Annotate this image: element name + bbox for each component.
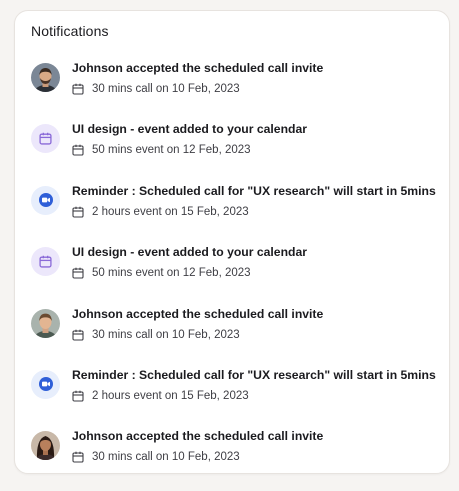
notification-meta: 30 mins call on 10 Feb, 2023 xyxy=(72,451,240,463)
notification-meta-text: 50 mins event on 12 Feb, 2023 xyxy=(92,267,251,280)
notification-meta-text: 30 mins call on 10 Feb, 2023 xyxy=(92,451,240,464)
notification-title: Reminder : Scheduled call for "UX resear… xyxy=(72,367,436,382)
video-call-icon xyxy=(31,185,60,215)
notification-item[interactable]: UI design - event added to your calendar… xyxy=(15,245,449,306)
calendar-badge-icon xyxy=(31,247,60,277)
notification-item[interactable]: UI design - event added to your calendar… xyxy=(15,122,449,183)
notification-item[interactable]: Johnson accepted the scheduled call invi… xyxy=(15,61,449,122)
notification-meta-text: 50 mins event on 12 Feb, 2023 xyxy=(92,144,251,157)
notification-meta-text: 2 hours event on 15 Feb, 2023 xyxy=(92,389,249,402)
notification-meta: 2 hours event on 15 Feb, 2023 xyxy=(72,390,249,402)
avatar-man-beard-icon xyxy=(31,63,60,92)
notification-list: Johnson accepted the scheduled call invi… xyxy=(15,61,449,491)
calendar-icon xyxy=(72,390,84,402)
calendar-icon xyxy=(72,267,84,279)
notification-item[interactable]: Johnson accepted the scheduled call invi… xyxy=(15,307,449,368)
notification-item[interactable]: Johnson accepted the scheduled call invi… xyxy=(15,429,449,490)
calendar-icon xyxy=(72,329,84,341)
notification-meta-text: 30 mins call on 10 Feb, 2023 xyxy=(92,83,240,95)
panel-title: Notifications xyxy=(31,23,109,39)
notification-item[interactable]: Reminder : Scheduled call for "UX resear… xyxy=(15,184,449,245)
notifications-panel: Notifications Johnson accepted the sched… xyxy=(14,10,450,474)
notification-item[interactable]: Reminder : Scheduled call for "UX resear… xyxy=(15,368,449,429)
notification-meta: 30 mins call on 10 Feb, 2023 xyxy=(72,329,240,341)
notification-title: UI design - event added to your calendar xyxy=(72,122,307,137)
notification-meta: 2 hours event on 15 Feb, 2023 xyxy=(72,206,249,218)
calendar-icon xyxy=(72,206,84,218)
calendar-icon xyxy=(72,83,84,95)
notification-meta-text: 2 hours event on 15 Feb, 2023 xyxy=(92,205,249,218)
notification-title: Reminder : Scheduled call for "UX resear… xyxy=(72,183,436,198)
avatar-man-icon xyxy=(31,308,60,338)
notification-title: UI design - event added to your calendar xyxy=(72,245,307,260)
calendar-icon xyxy=(72,451,84,463)
notification-title: Johnson accepted the scheduled call invi… xyxy=(72,306,324,321)
notification-meta: 50 mins event on 12 Feb, 2023 xyxy=(72,144,251,156)
avatar-woman-icon xyxy=(31,431,60,461)
notification-meta: 30 mins call on 10 Feb, 2023 xyxy=(72,83,240,95)
notification-meta: 50 mins event on 12 Feb, 2023 xyxy=(72,267,251,279)
calendar-icon xyxy=(72,144,84,156)
notification-title: Johnson accepted the scheduled call invi… xyxy=(72,429,324,444)
notification-meta-text: 30 mins call on 10 Feb, 2023 xyxy=(92,328,240,341)
video-call-icon xyxy=(31,369,60,399)
notification-title: Johnson accepted the scheduled call invi… xyxy=(72,61,324,75)
calendar-badge-icon xyxy=(31,124,60,154)
